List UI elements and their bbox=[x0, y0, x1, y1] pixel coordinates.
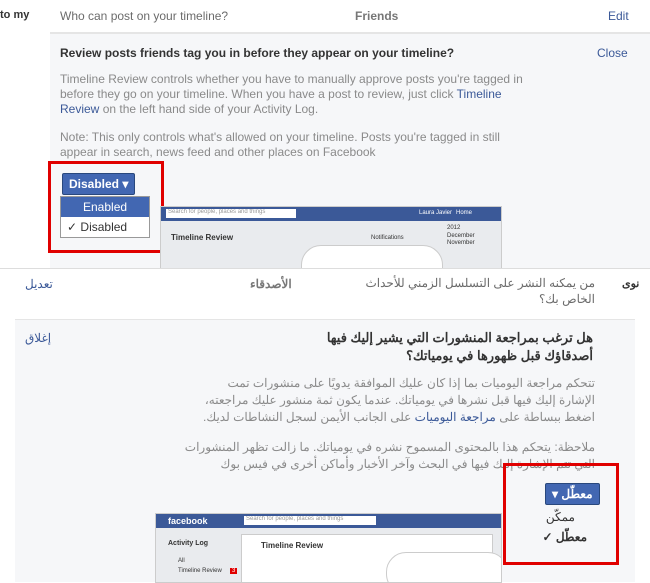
thumb-callout-ar bbox=[386, 552, 501, 582]
fb-search-box: Search for people, places and things bbox=[166, 209, 296, 218]
timeline-review-screenshot: Search for people, places and things Lau… bbox=[160, 206, 502, 270]
review-question-ar: هل ترغب بمراجعة المنشورات التي يشير إليك… bbox=[326, 330, 593, 363]
review-question: Review posts friends tag you in before t… bbox=[60, 46, 455, 60]
review-description-ar: تتحكم مراجعة اليوميات بما إذا كان عليك ا… bbox=[200, 375, 595, 426]
privacy-value: Friends bbox=[355, 9, 399, 23]
timeline-review-screenshot-ar: facebook Search for people, places and t… bbox=[155, 513, 502, 583]
left-cut-text-ar: نوى bbox=[622, 278, 640, 290]
highlight-box-ar bbox=[503, 463, 619, 565]
english-settings-panel: to my Who can post on your timeline? Fri… bbox=[0, 0, 650, 270]
desc-text-2-ar: على الجانب الأيمن لسجل النشاطات لديك. bbox=[203, 410, 412, 424]
thumb-review-title: Timeline Review bbox=[171, 233, 234, 242]
fb-header-bar-ar: facebook Search for people, places and t… bbox=[156, 514, 501, 528]
left-cut-text: to my bbox=[0, 9, 30, 21]
thumb-year: 2012 bbox=[447, 225, 461, 231]
fb-home: Home bbox=[456, 210, 473, 216]
fb-logo: facebook bbox=[168, 516, 208, 526]
thumb-month-2: November bbox=[447, 240, 475, 246]
close-link[interactable]: Close bbox=[597, 46, 628, 60]
thumb-review-item-ar: Timeline Review bbox=[178, 568, 222, 574]
who-can-post-label-ar: من يمكنه النشر على التسلسل الزمني للأحدا… bbox=[365, 276, 595, 306]
who-can-post-label: Who can post on your timeline? bbox=[60, 9, 229, 23]
thumb-review-title-ar: Timeline Review bbox=[261, 541, 324, 550]
fb-search-box-ar: Search for people, places and things bbox=[244, 516, 376, 525]
timeline-review-link-ar[interactable]: مراجعة اليوميات bbox=[415, 410, 496, 424]
thumb-activity-log: Activity Log bbox=[168, 540, 209, 547]
thumb-month: December bbox=[447, 233, 475, 239]
highlight-box bbox=[48, 161, 164, 253]
thumb-notifications: Notifications bbox=[371, 235, 404, 241]
thumb-all: All bbox=[178, 558, 185, 564]
review-description: Timeline Review controls whether you hav… bbox=[60, 72, 530, 117]
arabic-settings-panel: تعديل الأصدقاء من يمكنه النشر على التسلس… bbox=[0, 268, 650, 583]
thumb-badge: 3 bbox=[230, 568, 238, 574]
close-link-ar[interactable]: إغلاق bbox=[25, 331, 51, 345]
note-text: Note: This only controls what's allowed … bbox=[60, 130, 500, 159]
fb-header-bar: Search for people, places and things Lau… bbox=[161, 207, 501, 221]
desc-text-2: on the left hand side of your Activity L… bbox=[102, 102, 319, 116]
fb-user: Laura Javier bbox=[419, 210, 453, 216]
edit-link-ar[interactable]: تعديل bbox=[25, 277, 53, 291]
privacy-value-ar: الأصدقاء bbox=[250, 277, 292, 291]
desc-text: Timeline Review controls whether you hav… bbox=[60, 72, 523, 101]
edit-link[interactable]: Edit bbox=[608, 9, 629, 23]
thumb-callout bbox=[301, 245, 443, 269]
